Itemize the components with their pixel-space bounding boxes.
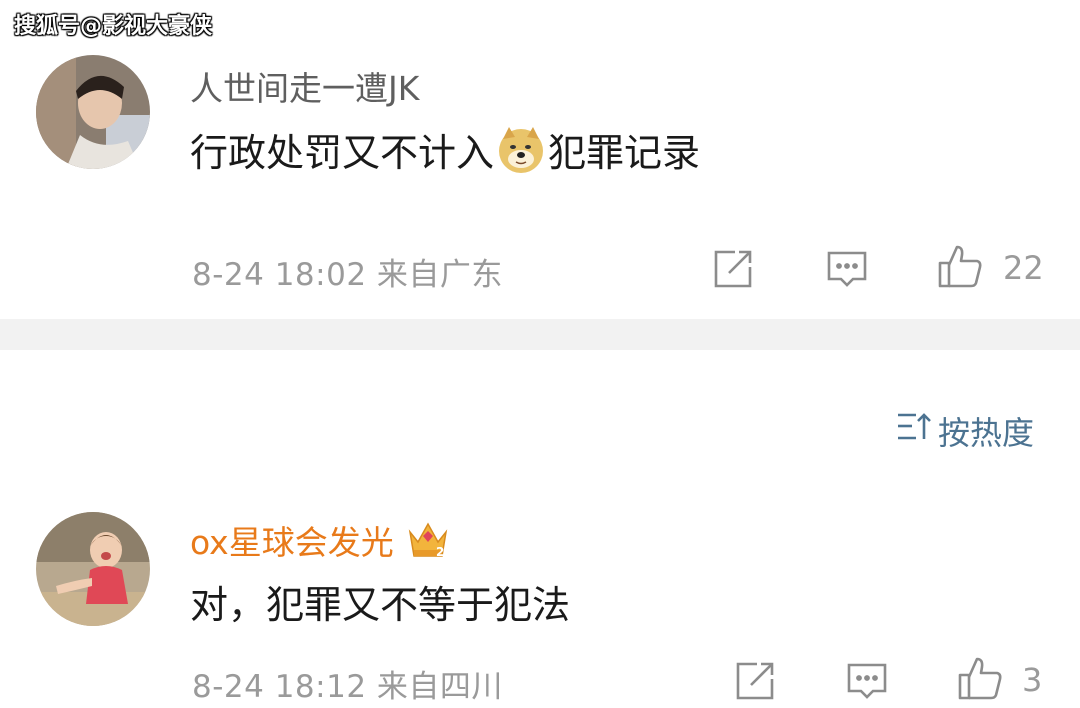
sort-icon <box>896 411 932 451</box>
like-icon[interactable] <box>937 243 982 288</box>
username[interactable]: 人世间走一遭JK <box>190 62 419 110</box>
svg-text:2: 2 <box>436 545 444 559</box>
avatar[interactable] <box>36 512 150 626</box>
timestamp-location: 8-24 18:02 来自广东 <box>192 257 503 293</box>
sort-label: 按热度 <box>937 414 1034 452</box>
comment-icon[interactable] <box>825 247 869 291</box>
like-count: 3 <box>1022 661 1043 699</box>
comment-text-part: 行政处罚又不计入 <box>190 131 495 175</box>
section-divider <box>0 319 1080 350</box>
username-text: ox星球会发光 <box>190 523 394 562</box>
doge-emoji-icon <box>496 125 546 175</box>
comment-text-part: 犯罪记录 <box>548 131 701 175</box>
avatar[interactable] <box>36 55 150 169</box>
comment-icon[interactable] <box>845 659 889 703</box>
sort-button[interactable]: 按热度 <box>896 408 1034 454</box>
share-icon[interactable] <box>711 247 755 291</box>
comment-text: 行政处罚又不计入 犯罪记录 <box>190 122 700 177</box>
comment-text: 对，犯罪又不等于犯法 <box>190 583 571 627</box>
watermark: 搜狐号@影视大豪侠 <box>14 14 213 39</box>
like-icon[interactable] <box>957 655 1002 700</box>
share-icon[interactable] <box>733 659 777 703</box>
crown-badge-icon: 2 <box>406 518 450 562</box>
like-count: 22 <box>1003 249 1044 287</box>
timestamp-location: 8-24 18:12 来自四川 <box>192 669 503 705</box>
username[interactable]: ox星球会发光 2 <box>190 516 450 564</box>
